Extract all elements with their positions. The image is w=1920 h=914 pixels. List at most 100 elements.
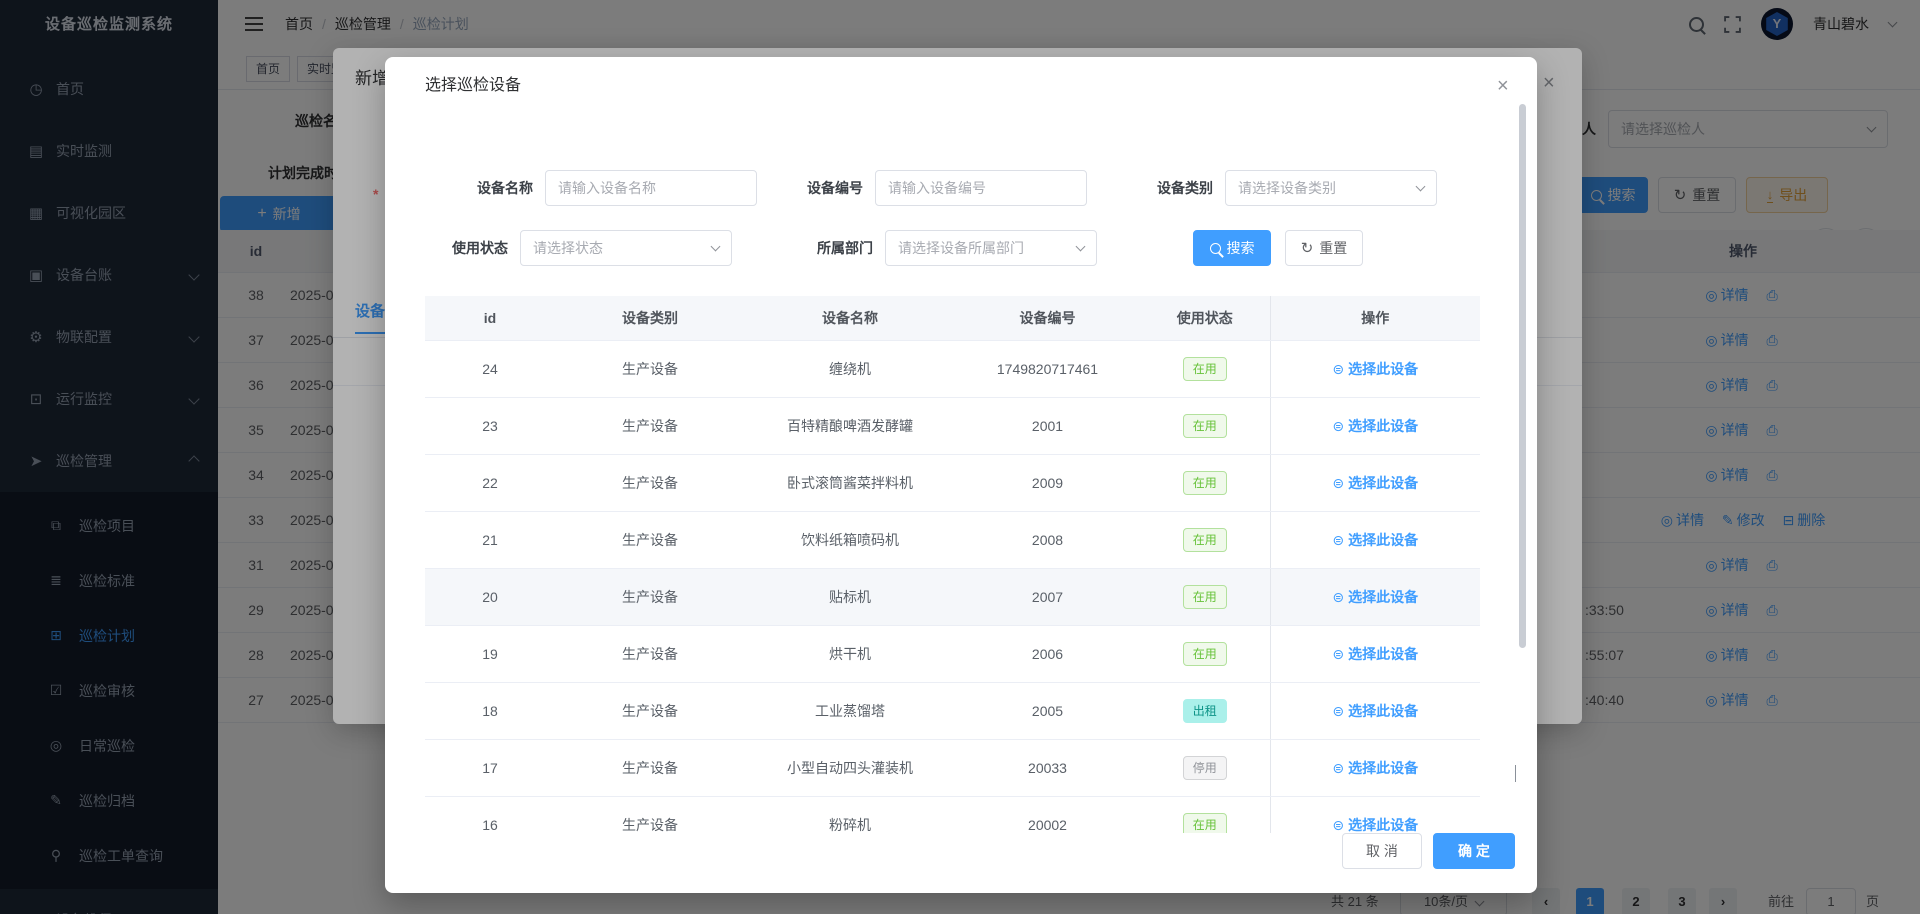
status-badge: 在用 bbox=[1183, 585, 1227, 609]
status-badge: 在用 bbox=[1183, 813, 1227, 833]
select-device-link[interactable]: ⊜选择此设备 bbox=[1332, 532, 1418, 548]
device-table-header-row: id设备类别设备名称设备编号使用状态操作 bbox=[425, 296, 1480, 341]
link-icon: ⊜ bbox=[1332, 475, 1344, 491]
modal-title: 选择巡检设备 bbox=[425, 71, 521, 95]
device-id-cell: 24 bbox=[425, 341, 555, 398]
device-category-cell: 生产设备 bbox=[555, 740, 745, 797]
device-id-cell: 18 bbox=[425, 683, 555, 740]
link-icon: ⊜ bbox=[1332, 418, 1344, 434]
device-category-cell: 生产设备 bbox=[555, 512, 745, 569]
device-category-cell: 生产设备 bbox=[555, 341, 745, 398]
device-table-header-cell: 操作 bbox=[1270, 296, 1480, 341]
search-icon bbox=[1210, 243, 1221, 254]
device-id-cell: 16 bbox=[425, 797, 555, 834]
device-id-cell: 22 bbox=[425, 455, 555, 512]
device-table-row: 21 生产设备 饮料纸箱喷码机 2008 在用 ⊜选择此设备 bbox=[425, 512, 1480, 569]
device-category-select[interactable]: 请选择设备类别 bbox=[1225, 170, 1437, 206]
device-status-label: 使用状态 bbox=[420, 238, 520, 258]
chevron-down-icon bbox=[1515, 765, 1516, 781]
device-name-cell: 卧式滚筒酱菜拌料机 bbox=[745, 455, 955, 512]
device-code-cell: 2001 bbox=[955, 398, 1140, 455]
status-badge: 在用 bbox=[1183, 471, 1227, 495]
device-table-header-cell: 使用状态 bbox=[1140, 296, 1270, 341]
device-name-input[interactable] bbox=[545, 170, 757, 206]
device-table-row: 16 生产设备 粉碎机 20002 在用 ⊜选择此设备 bbox=[425, 797, 1480, 834]
link-icon: ⊜ bbox=[1332, 817, 1344, 833]
select-device-link[interactable]: ⊜选择此设备 bbox=[1332, 361, 1418, 377]
status-badge: 在用 bbox=[1183, 528, 1227, 552]
device-code-cell: 2008 bbox=[955, 512, 1140, 569]
device-category-cell: 生产设备 bbox=[555, 455, 745, 512]
link-icon: ⊜ bbox=[1332, 361, 1344, 377]
select-device-link[interactable]: ⊜选择此设备 bbox=[1332, 589, 1418, 605]
device-name-cell: 工业蒸馏塔 bbox=[745, 683, 955, 740]
device-table-header-cell: id bbox=[425, 296, 555, 341]
device-name-cell: 烘干机 bbox=[745, 626, 955, 683]
select-device-link[interactable]: ⊜选择此设备 bbox=[1332, 817, 1418, 833]
confirm-button[interactable]: 确 定 bbox=[1433, 833, 1515, 869]
device-code-cell: 1749820717461 bbox=[955, 341, 1140, 398]
device-code-cell: 2007 bbox=[955, 569, 1140, 626]
device-id-cell: 21 bbox=[425, 512, 555, 569]
device-table: id设备类别设备名称设备编号使用状态操作 24 生产设备 缠绕机 1749820… bbox=[425, 296, 1480, 833]
select-device-modal: 选择巡检设备 × 设备名称 设备编号 设备类别 请选择设备类别 使用状态 请选择… bbox=[385, 57, 1537, 893]
status-badge: 出租 bbox=[1183, 699, 1227, 723]
device-table-row: 19 生产设备 烘干机 2006 在用 ⊜选择此设备 bbox=[425, 626, 1480, 683]
link-icon: ⊜ bbox=[1332, 532, 1344, 548]
device-status-select[interactable]: 请选择状态 bbox=[520, 230, 732, 266]
device-table-row: 22 生产设备 卧式滚筒酱菜拌料机 2009 在用 ⊜选择此设备 bbox=[425, 455, 1480, 512]
device-category-label: 设备类别 bbox=[1125, 178, 1225, 198]
device-name-label: 设备名称 bbox=[445, 178, 545, 198]
select-device-link[interactable]: ⊜选择此设备 bbox=[1332, 646, 1418, 662]
link-icon: ⊜ bbox=[1332, 760, 1344, 776]
device-name-cell: 小型自动四头灌装机 bbox=[745, 740, 955, 797]
device-code-cell: 20033 bbox=[955, 740, 1140, 797]
select-caret-icon bbox=[1076, 241, 1086, 251]
device-table-row: 24 生产设备 缠绕机 1749820717461 在用 ⊜选择此设备 bbox=[425, 341, 1480, 398]
device-name-cell: 饮料纸箱喷码机 bbox=[745, 512, 955, 569]
device-table-header-cell: 设备编号 bbox=[955, 296, 1140, 341]
status-badge: 停用 bbox=[1183, 756, 1227, 780]
status-badge: 在用 bbox=[1183, 642, 1227, 666]
device-table-row: 23 生产设备 百特精酿啤酒发酵罐 2001 在用 ⊜选择此设备 bbox=[425, 398, 1480, 455]
device-id-cell: 19 bbox=[425, 626, 555, 683]
status-badge: 在用 bbox=[1183, 414, 1227, 438]
device-name-cell: 百特精酿啤酒发酵罐 bbox=[745, 398, 955, 455]
status-badge: 在用 bbox=[1183, 357, 1227, 381]
device-code-cell: 20002 bbox=[955, 797, 1140, 834]
device-table-header-cell: 设备类别 bbox=[555, 296, 745, 341]
device-id-cell: 20 bbox=[425, 569, 555, 626]
link-icon: ⊜ bbox=[1332, 703, 1344, 719]
modal-scrollbar[interactable] bbox=[1519, 104, 1526, 648]
device-id-cell: 23 bbox=[425, 398, 555, 455]
device-name-cell: 缠绕机 bbox=[745, 341, 955, 398]
device-dept-label: 所属部门 bbox=[785, 238, 885, 258]
device-category-cell: 生产设备 bbox=[555, 569, 745, 626]
modal-reset-button[interactable]: ↻ 重置 bbox=[1285, 230, 1363, 266]
link-icon: ⊜ bbox=[1332, 646, 1344, 662]
select-device-link[interactable]: ⊜选择此设备 bbox=[1332, 418, 1418, 434]
cancel-button[interactable]: 取 消 bbox=[1342, 833, 1422, 869]
select-device-link[interactable]: ⊜选择此设备 bbox=[1332, 703, 1418, 719]
device-category-cell: 生产设备 bbox=[555, 626, 745, 683]
device-table-header-cell: 设备名称 bbox=[745, 296, 955, 341]
device-code-input[interactable] bbox=[875, 170, 1087, 206]
device-code-cell: 2009 bbox=[955, 455, 1140, 512]
select-caret-icon bbox=[1416, 181, 1426, 191]
app-root: 设备巡检监测系统 ◷ 首页 ▤ 实时监测 ▦ 可视化园区 bbox=[0, 0, 1920, 914]
device-dept-select[interactable]: 请选择设备所属部门 bbox=[885, 230, 1097, 266]
select-device-link[interactable]: ⊜选择此设备 bbox=[1332, 760, 1418, 776]
device-code-label: 设备编号 bbox=[775, 178, 875, 198]
modal-search-button[interactable]: 搜索 bbox=[1193, 230, 1271, 266]
device-name-cell: 贴标机 bbox=[745, 569, 955, 626]
device-table-row: 17 生产设备 小型自动四头灌装机 20033 停用 ⊜选择此设备 bbox=[425, 740, 1480, 797]
close-icon[interactable]: × bbox=[1497, 75, 1509, 98]
link-icon: ⊜ bbox=[1332, 589, 1344, 605]
device-category-cell: 生产设备 bbox=[555, 797, 745, 834]
device-table-row: 20 生产设备 贴标机 2007 在用 ⊜选择此设备 bbox=[425, 569, 1480, 626]
device-category-cell: 生产设备 bbox=[555, 398, 745, 455]
refresh-icon: ↻ bbox=[1301, 241, 1314, 256]
select-caret-icon bbox=[711, 241, 721, 251]
select-device-link[interactable]: ⊜选择此设备 bbox=[1332, 475, 1418, 491]
device-code-cell: 2005 bbox=[955, 683, 1140, 740]
